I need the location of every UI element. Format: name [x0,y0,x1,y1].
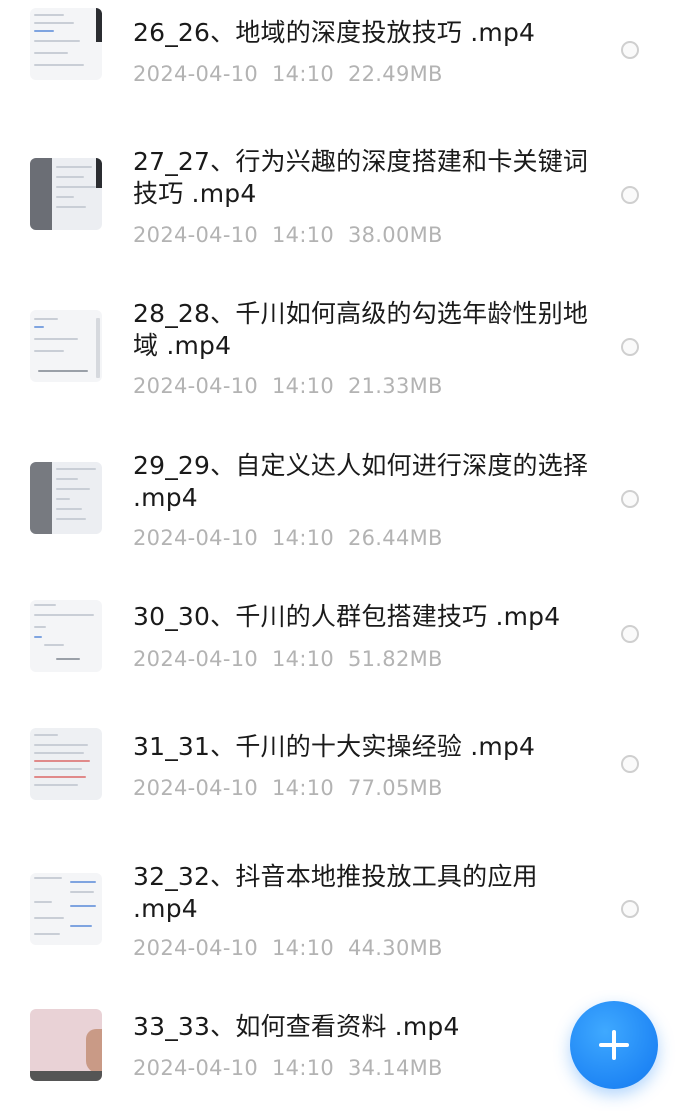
file-date: 2024-04-10 [133,776,259,800]
file-size: 26.44MB [347,526,443,550]
file-meta: 2024-04-10 14:10 34.14MB [133,1055,443,1081]
file-time: 14:10 [272,776,335,800]
file-size: 51.82MB [347,647,443,671]
file-size: 77.05MB [347,776,443,800]
file-date: 2024-04-10 [133,223,259,247]
file-date: 2024-04-10 [133,526,259,550]
file-list: 26_26、地域的深度投放技巧 .mp4 2024-04-10 14:10 22… [0,0,683,1111]
file-title: 31_31、千川的十大实操经验 .mp4 [133,732,536,761]
add-button[interactable] [570,1001,658,1089]
file-date: 2024-04-10 [133,62,259,86]
file-size: 21.33MB [347,374,443,398]
file-time: 14:10 [272,647,335,671]
file-date: 2024-04-10 [133,1056,259,1080]
radio-circle-icon[interactable] [621,338,639,356]
file-size: 22.49MB [347,62,443,86]
video-thumbnail [30,1009,102,1081]
file-meta: 2024-04-10 14:10 38.00MB [133,222,443,248]
file-size: 44.30MB [347,936,443,960]
video-thumbnail [30,310,102,382]
file-meta: 2024-04-10 14:10 77.05MB [133,775,443,801]
file-title: 28_28、千川如何高级的勾选年龄性别地域 .mp4 [133,299,589,360]
file-time: 14:10 [272,223,335,247]
file-title: 26_26、地域的深度投放技巧 .mp4 [133,18,536,47]
video-thumbnail [30,462,102,534]
file-time: 14:10 [272,374,335,398]
file-title: 29_29、自定义达人如何进行深度的选择 .mp4 [133,451,589,512]
file-title: 30_30、千川的人群包搭建技巧 .mp4 [133,602,561,631]
video-thumbnail [30,158,102,230]
file-time: 14:10 [272,62,335,86]
file-meta: 2024-04-10 14:10 44.30MB [133,935,443,961]
file-title: 32_32、抖音本地推投放工具的应用 .mp4 [133,862,538,923]
video-thumbnail [30,8,102,80]
radio-circle-icon[interactable] [621,490,639,508]
file-size: 34.14MB [347,1056,443,1080]
video-thumbnail [30,728,102,800]
file-meta: 2024-04-10 14:10 21.33MB [133,373,443,399]
radio-circle-icon[interactable] [621,900,639,918]
file-time: 14:10 [272,936,335,960]
file-meta: 2024-04-10 14:10 26.44MB [133,525,443,551]
plus-icon [599,1030,629,1060]
file-title: 27_27、行为兴趣的深度搭建和卡关键词技巧 .mp4 [133,147,589,208]
radio-circle-icon[interactable] [621,625,639,643]
radio-circle-icon[interactable] [621,755,639,773]
file-date: 2024-04-10 [133,936,259,960]
radio-circle-icon[interactable] [621,186,639,204]
video-thumbnail [30,873,102,945]
file-meta: 2024-04-10 14:10 22.49MB [133,61,443,87]
file-time: 14:10 [272,526,335,550]
file-date: 2024-04-10 [133,647,259,671]
radio-circle-icon[interactable] [621,41,639,59]
file-date: 2024-04-10 [133,374,259,398]
file-meta: 2024-04-10 14:10 51.82MB [133,646,443,672]
file-time: 14:10 [272,1056,335,1080]
file-title: 33_33、如何查看资料 .mp4 [133,1012,460,1041]
file-size: 38.00MB [347,223,443,247]
video-thumbnail [30,600,102,672]
